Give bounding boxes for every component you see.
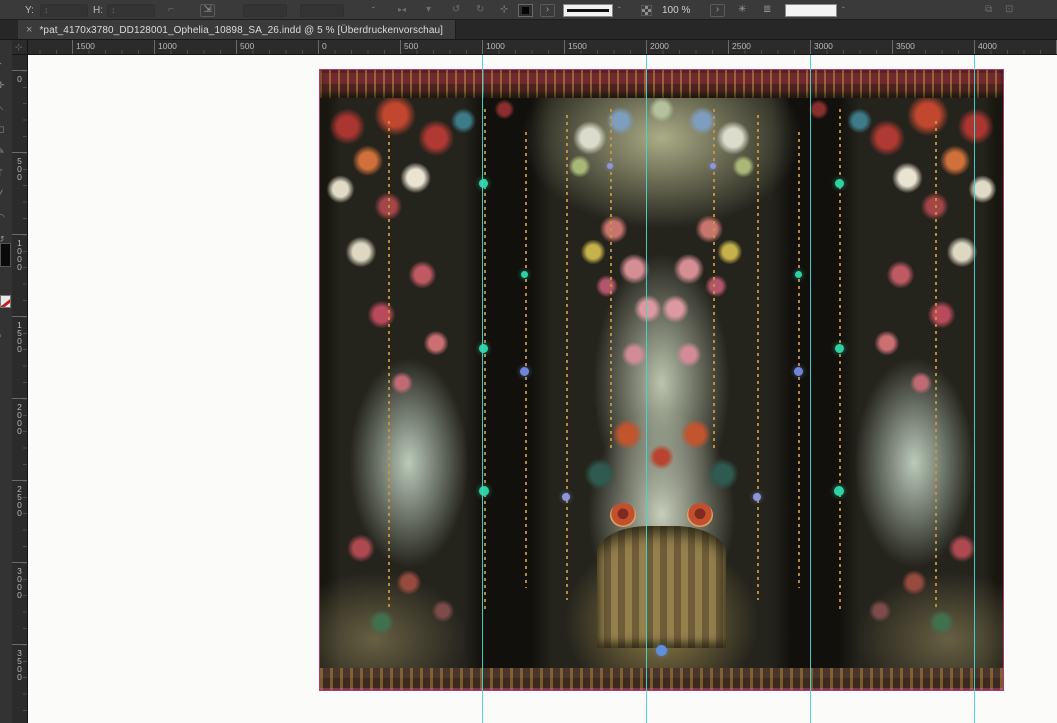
h-ruler-label: 4000: [978, 41, 997, 51]
wallpaper-pattern-page[interactable]: [320, 70, 1003, 690]
preview-swatch-dropdown[interactable]: [785, 0, 837, 20]
ruler-guide[interactable]: [482, 55, 483, 723]
pattern-image: [320, 98, 1003, 668]
h-ruler-label: 1500: [76, 41, 95, 51]
h-ruler-label: 3000: [814, 41, 833, 51]
document-tab[interactable]: × *pat_4170x3780_DD128001_Ophelia_10898_…: [18, 20, 456, 40]
v-ruler-label: 0: [15, 74, 24, 82]
ruler-guide[interactable]: [974, 55, 975, 723]
pattern-temple-ruins: [597, 526, 727, 649]
opacity-checker-icon: [641, 0, 652, 20]
gold-chain-strand: [610, 109, 612, 451]
fill-color-swatch[interactable]: [0, 243, 11, 267]
tool-icon[interactable]: ▸: [0, 58, 11, 69]
document-tab-bar: × *pat_4170x3780_DD128001_Ophelia_10898_…: [0, 20, 1057, 40]
horizontal-ruler[interactable]: 1500 1000 500 0 500 1000 1500 2000 2500 3000 3500 4…: [12, 40, 1057, 55]
bead-ornament: [795, 271, 802, 278]
select-container-icon[interactable]: ⊹: [500, 0, 508, 20]
tool-icon[interactable]: ⟍: [0, 102, 11, 113]
v-ruler-label: 2500: [15, 484, 24, 516]
tool-icon[interactable]: ↺: [0, 234, 11, 245]
flip-horizontal-icon[interactable]: ▸◂: [398, 0, 406, 20]
v-ruler-label: 1000: [15, 238, 24, 270]
tool-icon[interactable]: ✎: [0, 146, 11, 157]
gold-chain-strand: [388, 121, 390, 611]
gold-chain-strand: [757, 115, 759, 600]
tool-icon[interactable]: ◻: [0, 124, 11, 135]
tool-icon[interactable]: ⌕: [0, 330, 11, 341]
h-ruler-label: 2000: [650, 41, 669, 51]
pattern-bottom-border: [320, 668, 1003, 690]
effects-icon[interactable]: ✳: [738, 0, 746, 20]
object-styles-icon[interactable]: ≣: [763, 0, 771, 20]
rotate-ccw-icon[interactable]: ↺: [452, 0, 460, 20]
tool-icon[interactable]: ╱: [0, 190, 11, 201]
constrain-proportions-icon[interactable]: ⌐: [168, 0, 174, 20]
bead-ornament: [562, 493, 570, 501]
preview-swatch-chevron-icon[interactable]: ˇ: [842, 0, 845, 20]
vertical-ruler[interactable]: 0 500 1000 1500 2000 2500 3000 3500: [12, 55, 28, 723]
v-ruler-label: 2000: [15, 402, 24, 434]
pattern-top-border: [320, 70, 1003, 98]
stroke-style-dropdown[interactable]: [563, 0, 613, 20]
opacity-stepper[interactable]: ›: [710, 0, 725, 20]
control-bar: Y: ↕ H: ↕ ⌐ ⇲ ˇ ▸◂ ▾ ↺ ↻ ⊹ › ˇ 100 % › ✳…: [0, 0, 1057, 20]
gold-chain-strand: [935, 121, 937, 611]
gold-chain-strand: [566, 115, 568, 600]
height-field[interactable]: ↕: [107, 0, 155, 20]
stroke-color-swatch[interactable]: [518, 0, 533, 20]
gold-chain-strand: [713, 109, 715, 451]
h-ruler-label: 0: [322, 41, 327, 51]
v-ruler-label: 3000: [15, 566, 24, 598]
h-ruler-label: 500: [404, 41, 418, 51]
v-ruler-label: 500: [15, 156, 24, 180]
tools-panel-strip[interactable]: ▸ ✛ ⟍ ◻ ✎ T ╱ ◠ ↺ ⌕: [0, 40, 12, 723]
gold-chain-strand: [798, 132, 800, 588]
ruler-guide[interactable]: [646, 55, 647, 723]
y-position-field[interactable]: ↕: [40, 0, 88, 20]
pomegranate-left: [610, 503, 636, 527]
bead-ornament: [835, 344, 844, 353]
h-ruler-label: 2500: [732, 41, 751, 51]
v-ruler-label: 3500: [15, 648, 24, 680]
tool-icon[interactable]: T: [0, 168, 11, 178]
stroke-none-swatch[interactable]: [0, 295, 11, 308]
rotation-field[interactable]: [300, 0, 344, 20]
bead-ornament: [794, 367, 803, 376]
h-ruler-label: 1000: [158, 41, 177, 51]
pomegranate-right: [687, 503, 713, 527]
scale-x-field[interactable]: [243, 0, 287, 20]
h-ruler-label: 500: [240, 41, 254, 51]
stroke-weight-stepper[interactable]: ›: [540, 0, 555, 20]
arrange-documents-icon[interactable]: ⧉: [985, 0, 992, 20]
bead-ornament: [835, 179, 844, 188]
h-ruler-label: 3500: [896, 41, 915, 51]
stroke-style-chevron-icon[interactable]: ˇ: [618, 0, 621, 20]
rotate-cw-icon[interactable]: ↻: [476, 0, 484, 20]
screen-mode-icon[interactable]: ⊡: [1005, 0, 1013, 20]
chevron-down-icon[interactable]: ˇ: [372, 0, 375, 20]
h-ruler-label: 1500: [568, 41, 587, 51]
opacity-field[interactable]: 100 %: [662, 0, 690, 20]
gold-chain-strand: [525, 132, 527, 588]
tab-close-icon[interactable]: ×: [26, 24, 32, 36]
document-title: *pat_4170x3780_DD128001_Ophelia_10898_SA…: [39, 25, 443, 36]
ruler-origin-box[interactable]: [12, 40, 28, 55]
auto-fit-icon[interactable]: ⇲: [200, 0, 215, 20]
y-position-label: Y:: [25, 0, 34, 20]
v-ruler-label: 1500: [15, 320, 24, 352]
height-label: H:: [93, 0, 103, 20]
tool-icon[interactable]: ✛: [0, 80, 11, 91]
tool-icon[interactable]: ◠: [0, 212, 11, 223]
pasteboard[interactable]: [28, 55, 1057, 723]
ruler-guide[interactable]: [810, 55, 811, 723]
indesign-window: Y: ↕ H: ↕ ⌐ ⇲ ˇ ▸◂ ▾ ↺ ↻ ⊹ › ˇ 100 % › ✳…: [0, 0, 1057, 723]
h-ruler-label: 1000: [486, 41, 505, 51]
flip-vertical-icon[interactable]: ▾: [426, 0, 431, 20]
